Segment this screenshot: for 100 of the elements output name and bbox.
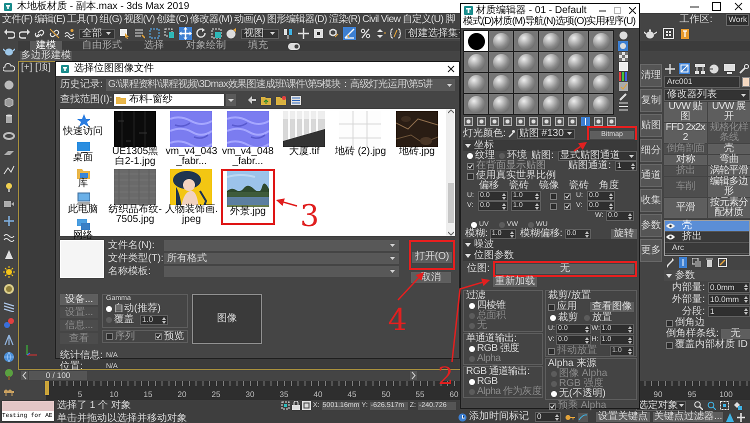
time-slider[interactable]: 0 / 100	[29, 371, 87, 380]
shape-button[interactable]: 无	[720, 329, 750, 339]
place-item[interactable]: 桌面	[73, 139, 93, 163]
checkbox[interactable]: 应用	[548, 302, 577, 312]
set-key-button[interactable]: 设置关键点	[596, 412, 650, 422]
dialog-button[interactable]: 设备...	[60, 294, 98, 305]
history-dropdown[interactable]: G:\课程资料\课程视频\3Dmax效果图速成班\课件\第5模块：高级灯光运用\第5讲	[106, 79, 455, 91]
side-tab[interactable]: 通道	[640, 164, 662, 187]
modifier-button[interactable]: 弯曲	[708, 155, 750, 165]
view-image-button[interactable]: 查看图像	[590, 302, 634, 312]
menu-item[interactable]: 工具(T)	[67, 14, 98, 26]
radio-button[interactable]: 放置	[584, 313, 612, 323]
file-name[interactable]: vm_v4_048_fabr...	[220, 147, 275, 167]
modifier-button[interactable]: 壳	[708, 144, 750, 154]
menu-item[interactable]: 组(G)	[99, 14, 122, 26]
radio-button[interactable]: RGB 强度	[466, 344, 540, 354]
side-tab[interactable]: 复制	[640, 89, 662, 112]
checkbox[interactable]: 覆盖内部材质 ID	[666, 340, 750, 350]
coordinate-dropdown[interactable]: 视图	[241, 28, 279, 38]
modifier-button[interactable]: UVW 贴图	[664, 102, 706, 122]
dropdown[interactable]: 显式贴图通道	[558, 151, 637, 161]
radio-button[interactable]: 纹理	[467, 151, 495, 161]
side-tab[interactable]: 清理	[640, 64, 662, 87]
file-name[interactable]: 纺织品布纹-7505.jpg	[108, 205, 162, 225]
ribbon-tab[interactable]: 对象绘制	[184, 41, 228, 51]
spinner-field[interactable]: 10.0mm	[708, 294, 750, 305]
modifier-button[interactable]: FFD 2x2x2	[664, 123, 706, 143]
side-tab[interactable]: 贴图	[640, 114, 662, 137]
place-item[interactable]: 快速访问	[63, 113, 103, 137]
file-name[interactable]: 大厦.tif	[276, 147, 332, 157]
spinner-field[interactable]: 0.0mm	[708, 282, 750, 293]
open-button[interactable]: 打开(O)	[412, 252, 452, 262]
file-name[interactable]: 外景.jpg	[222, 207, 273, 217]
stack-item[interactable]: 挤出	[665, 232, 749, 243]
menu-item[interactable]: 模式(D)	[463, 17, 494, 27]
radio-button[interactable]: 覆盖	[106, 315, 134, 325]
modifier-list-dropdown[interactable]: 修改器列表	[664, 89, 750, 101]
menu-item[interactable]: 视图(V)	[124, 14, 155, 26]
side-tab[interactable]: 参数	[640, 214, 662, 237]
side-tab[interactable]: 细分	[640, 139, 662, 162]
menu-item[interactable]: 编辑(E)	[34, 14, 66, 26]
reload-button[interactable]: 重新加载	[493, 277, 537, 287]
radio-button[interactable]: 四棱锥	[466, 301, 540, 311]
rotate-button[interactable]: 旋转	[611, 229, 637, 239]
modifier-button[interactable]: 平滑	[664, 198, 706, 218]
ribbon-tab[interactable]: 建模	[30, 41, 62, 51]
radio-button[interactable]: RGB	[466, 377, 540, 387]
modifier-button[interactable]: 涡轮平滑	[708, 166, 750, 176]
spinner-field[interactable]: 1.0	[140, 315, 168, 325]
workspace-dropdown[interactable]: Work	[726, 14, 749, 26]
file-name[interactable]: 人物装饰画.jpeg	[164, 205, 219, 225]
selection-set-dropdown[interactable]: 创建选择集	[405, 28, 463, 38]
bitmap-button[interactable]: 无	[496, 264, 634, 274]
menu-item[interactable]: 文件(F)	[2, 14, 32, 26]
radio-button[interactable]: 自动(推荐)	[106, 304, 161, 314]
place-item[interactable]: 库	[76, 165, 90, 189]
radio-button[interactable]: 裁剪	[550, 313, 578, 323]
map-dropdown[interactable]: 贴图 #130	[516, 128, 575, 138]
spinner-field[interactable]: 1	[708, 306, 750, 317]
filter-dropdown[interactable]: 全部	[79, 28, 115, 38]
menu-item[interactable]: 选项(O)	[555, 17, 586, 27]
file-name[interactable]: vm_v4_043_fabr...	[164, 147, 219, 167]
ribbon-tab[interactable]: 选择	[142, 41, 166, 51]
place-item[interactable]: 此电脑	[68, 191, 98, 215]
menu-item[interactable]: 自定义(U)	[402, 14, 444, 26]
rollout-header[interactable]: 坐标	[463, 140, 637, 151]
ribbon-tab[interactable]: 自由形式	[80, 41, 124, 51]
rollout-header[interactable]: 噪波	[463, 239, 637, 250]
side-tab[interactable]: 更多	[640, 239, 662, 262]
file-name[interactable]: 地砖 (2).jpg	[333, 147, 388, 157]
ribbon-tab[interactable]: 填充	[246, 41, 270, 51]
modifier-button[interactable]: 按元素分配材质	[708, 198, 750, 218]
menu-item[interactable]: 导航(N)	[524, 17, 556, 27]
folder-dropdown[interactable]: 布料-窗纱	[114, 94, 224, 106]
menu-item[interactable]: 修改器(M)	[190, 14, 232, 26]
menu-item[interactable]: 渲染(R)	[328, 14, 360, 26]
radio-button[interactable]: 无(不透明)	[548, 389, 634, 399]
rollout-header[interactable]: 位图参数	[463, 250, 637, 261]
checkbox[interactable]: 序列	[106, 332, 135, 342]
modifier-button[interactable]: UVW 展开	[708, 102, 750, 122]
radio-button[interactable]: 环境	[499, 151, 527, 161]
menu-item[interactable]: 实用程序(U)	[586, 17, 636, 27]
checkbox[interactable]: 预览	[155, 332, 184, 342]
stack-item[interactable]: Arc	[665, 243, 749, 254]
key-filters-button[interactable]: 关键点过滤器...	[653, 412, 724, 422]
menu-item[interactable]: 脚	[445, 14, 455, 26]
place-item[interactable]: 网络	[73, 217, 93, 241]
menu-item[interactable]: 材质(M)	[493, 17, 525, 27]
rollout-header[interactable]: 参数	[664, 270, 750, 281]
checkbox[interactable]: 倒角边	[666, 318, 750, 328]
name-field[interactable]: Arc001	[664, 76, 740, 88]
menu-item[interactable]: 图形编辑器(D)	[266, 14, 327, 26]
modifier-button[interactable]: 编辑多边形	[708, 177, 750, 197]
ribbon-panel-button[interactable]: 多边形建模	[20, 51, 72, 61]
modifier-button[interactable]: 对称	[664, 155, 706, 165]
checkbox[interactable]: 使用真实世界比例	[467, 171, 556, 181]
spinner-field[interactable]: 1	[615, 161, 637, 171]
menu-item[interactable]: 动画(A)	[234, 14, 265, 26]
dropdown[interactable]: 所有格式	[164, 253, 399, 264]
menu-item[interactable]: Civil View	[362, 14, 400, 26]
